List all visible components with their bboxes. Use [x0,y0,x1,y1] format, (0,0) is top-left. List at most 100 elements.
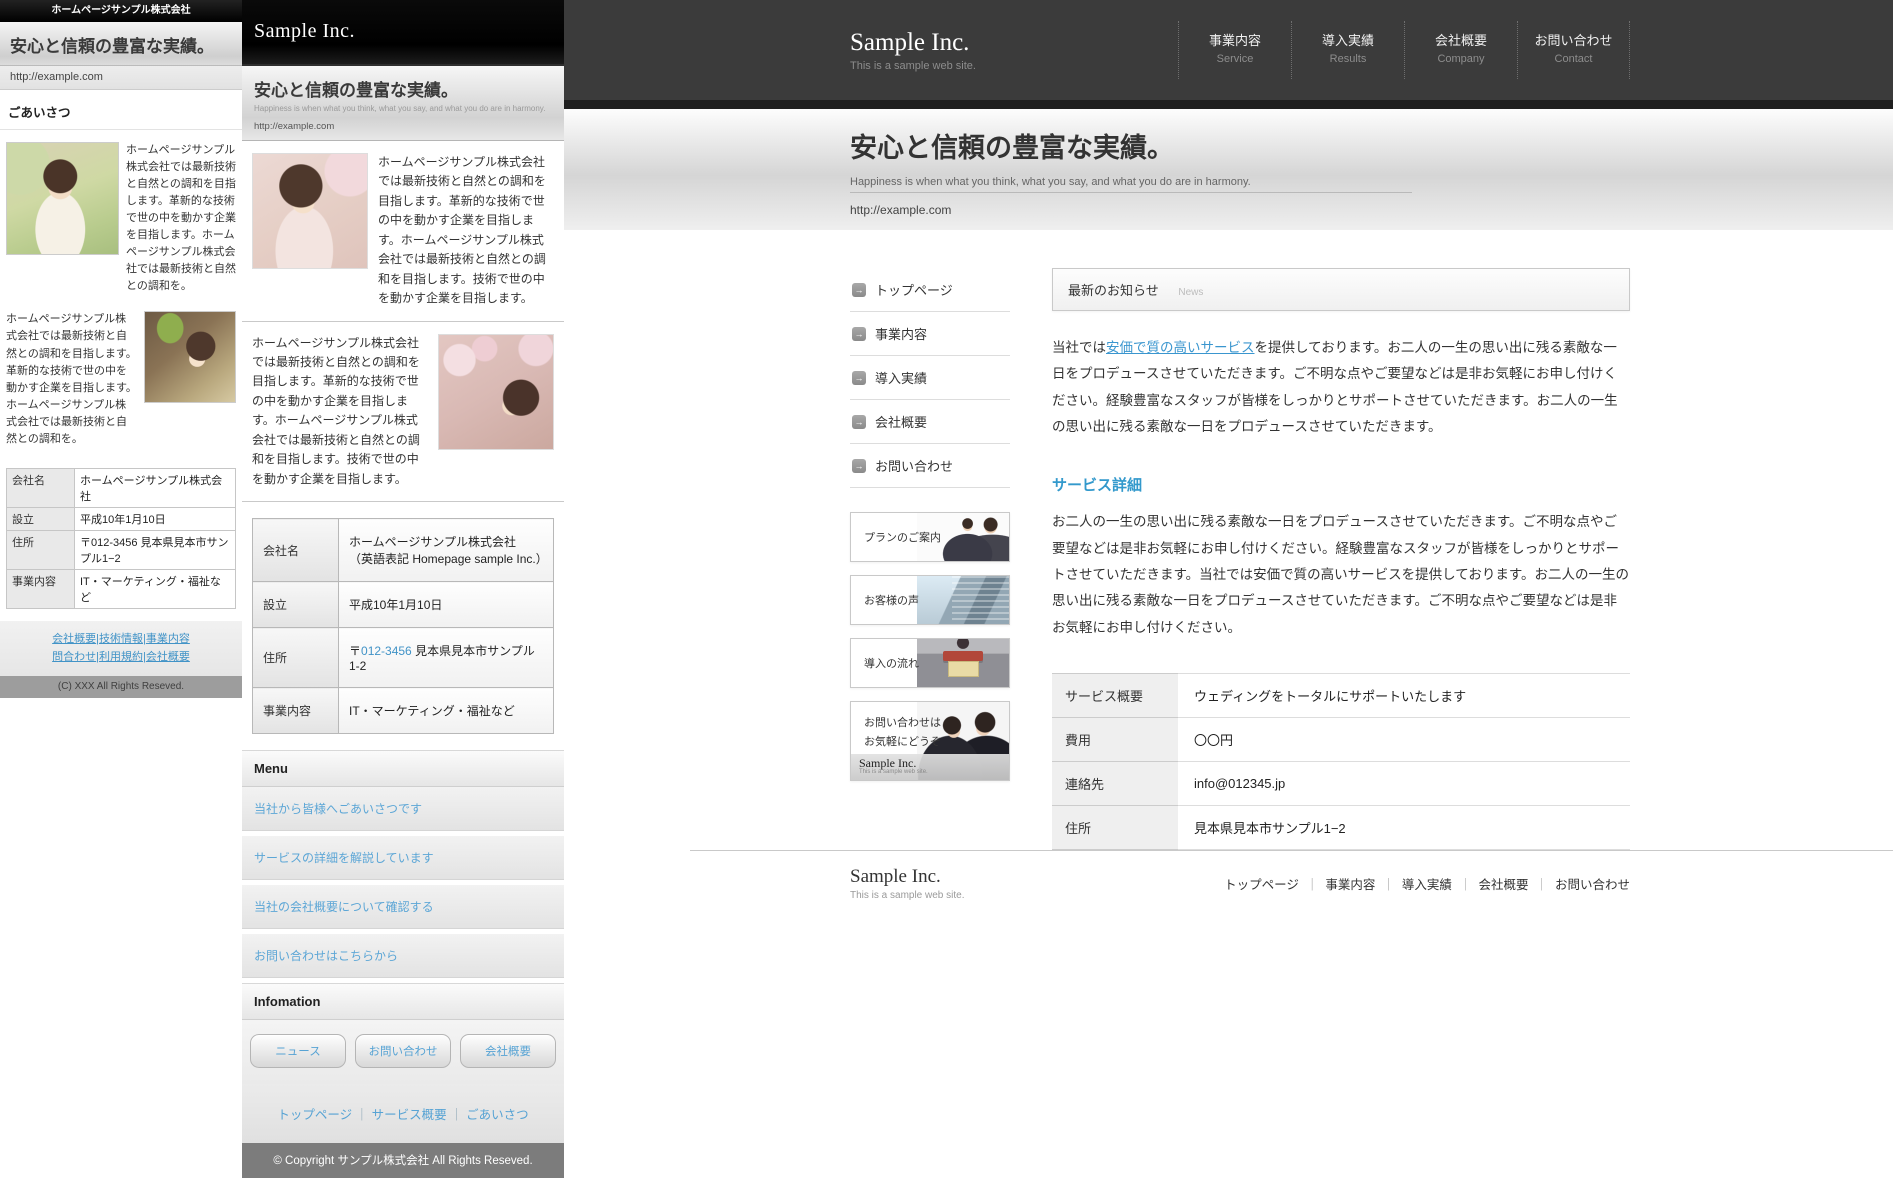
banner-plan-guide[interactable]: プランのご案内 [850,512,1010,562]
tablet-menu-item-contact[interactable]: お問い合わせはこちらから [242,934,564,978]
banner-intro-flow[interactable]: 導入の流れ [850,638,1010,688]
sidebar-item-label: お問い合わせ [875,456,953,475]
contact-banner-line2: お気軽にどうぞ [864,736,941,748]
service-detail-heading: サービス詳細 [1052,474,1630,495]
news-button[interactable]: ニュース [250,1034,346,1068]
footer-link-contact[interactable]: お問い合わせ [1555,878,1630,892]
mobile-link-company[interactable]: 会社概要 [52,633,99,645]
contact-label: 連絡先 [1052,761,1178,805]
quality-service-link[interactable]: 安価で質の高いサービス [1106,340,1255,355]
mobile-link-company2[interactable]: 会社概要 [146,651,190,663]
service-table: サービス概要 ウェディングをトータルにサポートいたします 費用 〇〇円 連絡先 … [1052,673,1630,850]
tablet-intro-text-1: ホームページサンプル株式会社では最新技術と自然との調和を目指します。革新的な技術… [378,153,554,309]
tablet-site-header: Sample Inc. [242,0,564,66]
nav-label-jp: 事業内容 [1179,30,1291,49]
footer-link-results[interactable]: 導入実績 [1402,878,1479,892]
nav-item-results[interactable]: 導入実績 Results [1291,21,1404,79]
desktop-hero-title: 安心と信頼の豊富な実績。 [850,109,1630,165]
arrow-icon [852,327,866,341]
nav-label-en: Results [1292,53,1404,65]
mobile-preview-panel: ホームページサンプル株式会社 安心と信頼の豊富な実績。 http://examp… [0,0,242,698]
tablet-menu-item-service[interactable]: サービスの詳細を解説しています [242,836,564,880]
tablet-menu-item-greeting[interactable]: 当社から皆様へごあいさつです [242,787,564,831]
service-overview-value: ウェディングをトータルにサポートいたします [1178,673,1630,717]
table-row: 会社名 ホームページサンプル株式会社 [7,468,236,507]
photo-woman-park [6,142,119,255]
nav-item-contact[interactable]: お問い合わせ Contact [1517,21,1630,79]
nav-item-company[interactable]: 会社概要 Company [1404,21,1517,79]
photo-model-house [917,639,1009,687]
company-button[interactable]: 会社概要 [460,1034,556,1068]
mobile-hero: 安心と信頼の豊富な実績。 [0,22,242,66]
sidebar-item-results[interactable]: 導入実績 [850,356,1010,400]
tablet-footer-link-service[interactable]: サービス概要 [372,1108,466,1122]
desktop-footer: Sample Inc. This is a sample web site. ト… [690,850,1893,923]
desktop-brand-logo: Sample Inc. [850,29,976,57]
postal-code-link[interactable]: 012-3456 [361,644,412,658]
table-row: 設立 平成10年1月10日 [253,582,554,628]
desktop-brand-block: Sample Inc. This is a sample web site. [850,29,976,72]
footer-link-top[interactable]: トップページ [1224,878,1325,892]
service-overview-label: サービス概要 [1052,673,1178,717]
arrow-icon [852,371,866,385]
sidebar-banners: プランのご案内 お客様の声 導入の流れ お問い合わせは お気 [850,512,1010,781]
sidebar-item-top[interactable]: トップページ [850,268,1010,312]
company-name-jp: ホームページサンプル株式会社 [349,533,543,550]
news-box: 最新のお知らせ News [1052,268,1630,311]
header-divider-strip [564,100,1893,109]
nav-item-service[interactable]: 事業内容 Service [1178,21,1291,79]
desktop-brand-tagline: This is a sample web site. [850,60,976,72]
photo-woman-sakura [438,334,554,450]
photo-building [917,576,1009,624]
table-row: 事業内容 IT・マーケティング・福祉など [7,569,236,608]
footer-brand-logo: Sample Inc. [850,866,965,888]
sidebar-item-service[interactable]: 事業内容 [850,312,1010,356]
mobile-intro-block-2: ホームページサンプル株式会社では最新技術と自然との調和を目指します。革新的な技術… [0,307,242,459]
tablet-footer-link-greeting[interactable]: ごあいさつ [466,1108,529,1122]
tablet-info-heading: Infomation [242,983,564,1020]
mobile-intro-text-1: ホームページサンプル株式会社では最新技術と自然との調和を目指します。革新的な技術… [126,142,236,295]
mobile-link-terms[interactable]: 利用規約 [99,651,146,663]
footer-link-service[interactable]: 事業内容 [1325,878,1402,892]
sidebar-item-label: 導入実績 [875,368,927,387]
footer-link-company[interactable]: 会社概要 [1478,878,1555,892]
contact-banner-line1: お問い合わせは [864,717,941,729]
news-box-title: 最新のお知らせ [1068,283,1159,298]
tablet-intro-block-2: ホームページサンプル株式会社では最新技術と自然との調和を目指します。革新的な技術… [242,322,564,503]
service-paragraph: お二人の一生の思い出に残る素敵な一日をプロデュースさせていただきます。ご不明な点… [1052,509,1630,641]
tablet-menu-heading: Menu [242,750,564,787]
sidebar-item-contact[interactable]: お問い合わせ [850,444,1010,488]
mobile-footer-links-row2: 問合わせ利用規約会社概要 [0,648,242,666]
nav-label-en: Company [1405,53,1517,65]
tablet-footer-link-top[interactable]: トップページ [277,1108,371,1122]
tablet-button-row: ニュース お問い合わせ 会社概要 [242,1020,564,1084]
tablet-menu-item-company[interactable]: 当社の会社概要について確認する [242,885,564,929]
mobile-site-title: ホームページサンプル株式会社 [51,5,190,16]
sidebar-item-label: 会社概要 [875,412,927,431]
company-name-label: 会社名 [7,468,75,507]
cost-label: 費用 [1052,717,1178,761]
founded-label: 設立 [7,507,75,530]
table-row: 会社名 ホームページサンプル株式会社 （英語表記 Homepage sample… [253,519,554,582]
table-row: 住所 見本県見本市サンプル1−2 [1052,805,1630,849]
cost-value: 〇〇円 [1178,717,1630,761]
founded-value: 平成10年1月10日 [75,507,236,530]
company-name-en: （英語表記 Homepage sample Inc.） [349,550,543,567]
contact-button[interactable]: お問い合わせ [355,1034,451,1068]
arrow-icon [852,283,866,297]
business-value: IT・マーケティング・福祉など [339,688,554,734]
arrow-icon [852,415,866,429]
business-value: IT・マーケティング・福祉など [75,569,236,608]
mobile-link-business[interactable]: 事業内容 [146,633,190,645]
contact-value: info@012345.jp [1178,761,1630,805]
business-label: 事業内容 [253,688,339,734]
banner-contact[interactable]: お問い合わせは お気軽にどうぞ Sample Inc. This is a sa… [850,701,1010,781]
sidebar-item-company[interactable]: 会社概要 [850,400,1010,444]
desktop-hero-subtitle: Happiness is when what you think, what y… [850,176,1412,193]
tablet-hero: 安心と信頼の豊富な実績。 Happiness is when what you … [242,66,564,141]
mobile-link-contact[interactable]: 問合わせ [52,651,99,663]
desktop-content-columns: トップページ 事業内容 導入実績 会社概要 お問い合わせ [850,230,1630,850]
mobile-link-tech[interactable]: 技術情報 [99,633,146,645]
banner-customer-voice[interactable]: お客様の声 [850,575,1010,625]
mobile-site-url: http://example.com [0,66,242,90]
